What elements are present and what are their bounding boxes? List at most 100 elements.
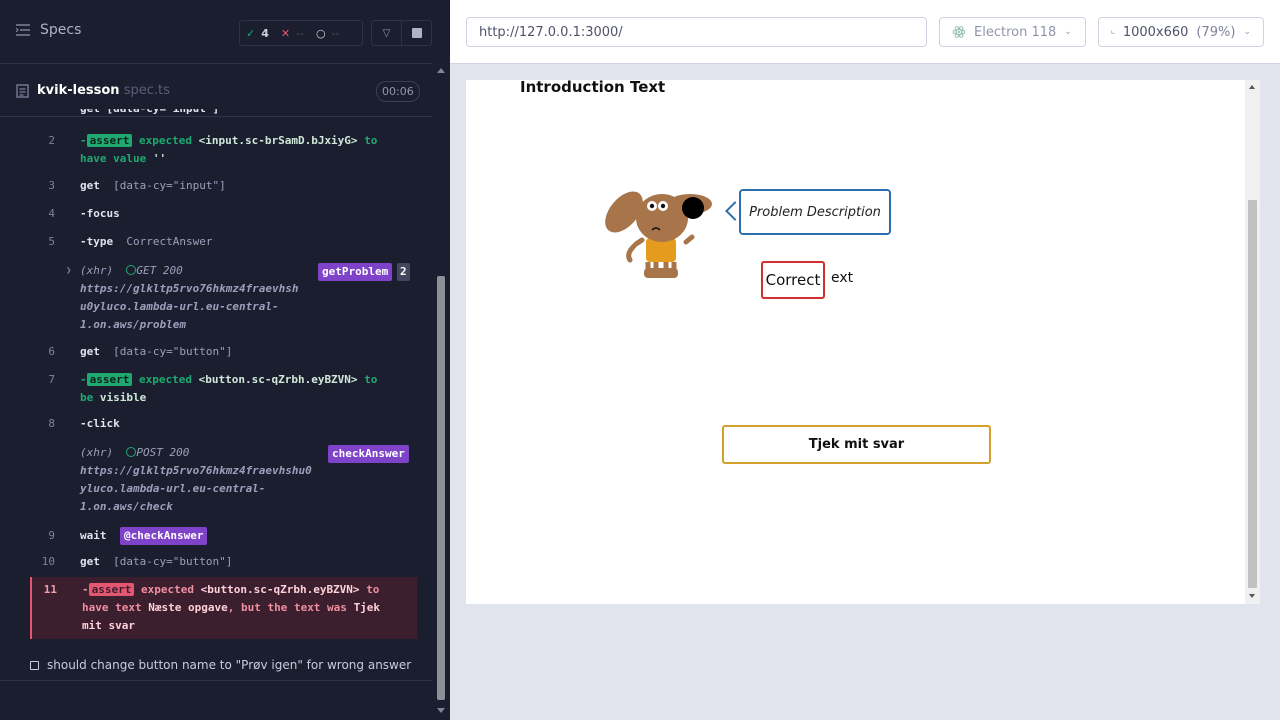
- xhr-status: GET 200: [136, 264, 183, 277]
- command-number: 7: [48, 373, 55, 386]
- assert-expected: expected: [139, 134, 192, 147]
- reporter-header: Specs ✓ 4 ✕ -- ○ -- ▽: [0, 0, 432, 64]
- command-row[interactable]: 7 - assert expected <button.sc-qZrbh.eyBZ…: [30, 371, 417, 411]
- chevron-right-icon: ❯: [66, 266, 72, 276]
- stop-button[interactable]: [401, 21, 431, 45]
- app-scrollbar[interactable]: [1245, 80, 1260, 604]
- assert-subject: <input.sc-brSamD.bJxiyG>: [198, 134, 358, 147]
- assert-actual-value: Tjek: [353, 601, 381, 614]
- reporter-scrollbar[interactable]: [432, 64, 450, 720]
- specs-list-icon: [16, 24, 30, 36]
- command-number: 10: [41, 555, 55, 568]
- spec-extension: spec.ts: [123, 83, 170, 98]
- assert-to: to: [364, 134, 378, 147]
- pending-circle-icon: [126, 447, 137, 457]
- answer-input[interactable]: Correct: [761, 261, 825, 299]
- test-stats: ✓ 4 ✕ -- ○ --: [239, 20, 363, 46]
- dog-mascot-icon: [605, 191, 712, 278]
- command-number: 5: [48, 235, 55, 248]
- command-number: 9: [48, 529, 55, 542]
- assert-to: to: [366, 583, 380, 596]
- command-arg: [data-cy="input"]: [113, 179, 226, 192]
- problem-text-suffix: ext: [831, 270, 854, 286]
- pending-stat: ○ --: [310, 27, 346, 40]
- xhr-url: 1.on.aws/check: [80, 500, 173, 513]
- viewport-selector[interactable]: 1000x660 (79%) ⌄: [1098, 17, 1264, 47]
- command-arg: [data-cy="button"]: [113, 345, 233, 358]
- alias-count: 2: [397, 263, 410, 281]
- reporter-panel: Specs ✓ 4 ✕ -- ○ -- ▽ kvik-lesson spec.t…: [0, 0, 450, 720]
- assert-subject: <button.sc-qZrbh.eyBZVN>: [200, 583, 360, 596]
- xhr-label: (xhr): [80, 446, 114, 459]
- command-name: -focus: [80, 207, 120, 220]
- assert-expected-value: Næste opgave: [148, 601, 228, 614]
- xhr-row[interactable]: ❯ (xhr) GET 200 https://glkltp5rvo76hkmz…: [30, 262, 417, 334]
- divider: [0, 680, 432, 681]
- pending-count: --: [331, 26, 340, 40]
- aut-toolbar: http://127.0.0.1:3000/ Electron 118 ⌄ 10…: [450, 0, 1280, 64]
- viewport-zoom: (79%): [1196, 24, 1236, 40]
- assert-expected: expected: [139, 373, 192, 386]
- passed-stat: ✓ 4: [240, 27, 275, 40]
- scroll-down-icon[interactable]: [1249, 594, 1255, 598]
- failed-command-row[interactable]: 11 - assert expected <button.sc-qZrbh.eyB…: [30, 577, 417, 639]
- chevron-down-icon: ⌄: [1243, 27, 1251, 37]
- introduction-title: Introduction Text: [520, 80, 666, 96]
- clipped-command: get [data-cy="input"]: [30, 109, 417, 118]
- command-row[interactable]: 2 - assert expected <input.sc-brSamD.bJxi…: [30, 132, 417, 172]
- passed-count: 4: [261, 26, 269, 40]
- xhr-label: (xhr): [80, 264, 114, 277]
- command-number: 11: [43, 583, 57, 596]
- scroll-up-icon[interactable]: [1249, 85, 1255, 89]
- command-number: 3: [48, 179, 55, 192]
- problem-description-bubble: Problem Description: [739, 189, 891, 235]
- xhr-status: POST 200: [136, 446, 190, 459]
- xhr-url: yluco.lambda-url.eu-central-: [80, 482, 266, 495]
- check-answer-button[interactable]: Tjek mit svar: [722, 425, 991, 464]
- xhr-url: https://glkltp5rvo76hkmz4fraevhsh: [80, 282, 299, 295]
- failed-stat: ✕ --: [275, 27, 310, 40]
- specs-label: Specs: [40, 22, 82, 38]
- electron-icon: [952, 26, 966, 38]
- alias-badge: getProblem: [318, 263, 393, 281]
- assert-value: '': [152, 152, 167, 165]
- problem-description: Problem Description: [749, 204, 881, 220]
- assert-badge: assert: [86, 134, 133, 147]
- spec-title[interactable]: kvik-lesson spec.ts: [16, 83, 170, 98]
- scroll-down-icon[interactable]: [437, 708, 445, 713]
- command-name: get: [80, 555, 100, 568]
- check-icon: ✓: [246, 26, 256, 40]
- chevron-down-icon: ▽: [382, 27, 391, 39]
- xhr-row[interactable]: (xhr) POST 200 https://glkltp5rvo76hkmz4…: [30, 444, 417, 516]
- specs-nav-button[interactable]: Specs: [16, 22, 81, 38]
- command-arg: [data-cy="button"]: [113, 555, 233, 568]
- scrollbar-thumb[interactable]: [1248, 200, 1257, 588]
- scrollbar-thumb[interactable]: [437, 276, 445, 700]
- expand-button[interactable]: ▽: [372, 21, 401, 45]
- command-name: wait: [80, 529, 107, 542]
- x-icon: ✕: [280, 26, 291, 40]
- alias-badge: checkAnswer: [328, 445, 409, 463]
- assert-actual-value-cont: mit svar: [82, 619, 135, 632]
- spec-duration: 00:06: [376, 81, 420, 102]
- assert-value: visible: [99, 391, 147, 404]
- pending-icon: ○: [316, 26, 326, 40]
- stop-icon: [411, 28, 422, 38]
- xhr-url: https://glkltp5rvo76hkmz4fraevhshu0: [80, 464, 312, 477]
- assert-to: to: [364, 373, 378, 386]
- chevron-down-icon: ⌄: [1064, 27, 1072, 37]
- assert-predicate: be: [80, 391, 94, 404]
- pending-test-item[interactable]: should change button name to "Prøv igen"…: [30, 658, 411, 672]
- command-number: 8: [48, 417, 55, 430]
- command-number: 6: [48, 345, 55, 358]
- xhr-url: u0yluco.lambda-url.eu-central-: [80, 300, 279, 313]
- scroll-up-icon[interactable]: [437, 68, 445, 73]
- url-bar[interactable]: http://127.0.0.1:3000/: [466, 17, 927, 47]
- aut-panel: http://127.0.0.1:3000/ Electron 118 ⌄ 10…: [450, 0, 1280, 720]
- app-frame: Introduction Text Problem Description Co…: [466, 80, 1260, 604]
- assert-badge: assert: [86, 373, 133, 386]
- assert-predicate: have value: [80, 152, 147, 165]
- ruler-icon: [1111, 30, 1115, 34]
- browser-selector[interactable]: Electron 118 ⌄: [939, 17, 1086, 47]
- command-name: -type: [80, 235, 114, 248]
